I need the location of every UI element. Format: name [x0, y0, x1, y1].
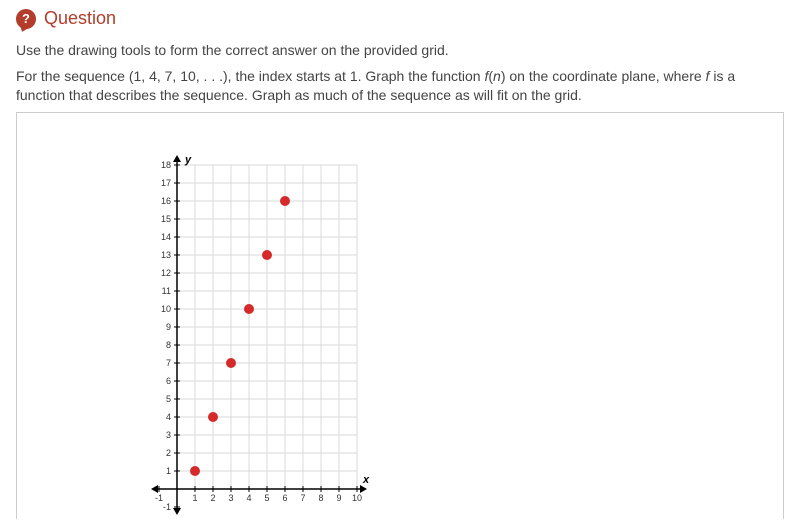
svg-text:3: 3: [228, 493, 233, 503]
svg-text:12: 12: [161, 268, 171, 278]
question-header: ? Question: [16, 8, 784, 29]
svg-text:11: 11: [162, 286, 171, 296]
svg-text:4: 4: [166, 412, 171, 422]
icon-glyph: ?: [22, 11, 30, 26]
plotted-point[interactable]: [280, 196, 290, 206]
svg-text:10: 10: [161, 304, 171, 314]
svg-text:18: 18: [161, 160, 171, 170]
svg-text:10: 10: [352, 493, 362, 503]
plotted-point[interactable]: [226, 358, 236, 368]
svg-text:6: 6: [282, 493, 287, 503]
instruction-line-1: Use the drawing tools to form the correc…: [16, 41, 784, 61]
svg-text:9: 9: [166, 322, 171, 332]
svg-text:17: 17: [161, 178, 171, 188]
svg-text:3: 3: [166, 430, 171, 440]
svg-text:2: 2: [210, 493, 215, 503]
svg-text:14: 14: [161, 232, 171, 242]
svg-text:1: 1: [192, 493, 197, 503]
coordinate-grid[interactable]: -112345678910-11234567891011121314151617…: [17, 119, 377, 519]
svg-text:4: 4: [246, 493, 251, 503]
svg-text:6: 6: [166, 376, 171, 386]
svg-text:9: 9: [336, 493, 341, 503]
plotted-point[interactable]: [208, 412, 218, 422]
svg-text:y: y: [184, 154, 192, 166]
svg-text:8: 8: [166, 340, 171, 350]
svg-text:-1: -1: [155, 493, 163, 503]
text-part: ) on the coordinate plane, where: [501, 68, 706, 84]
drawing-grid-container[interactable]: -112345678910-11234567891011121314151617…: [16, 112, 784, 519]
plotted-point[interactable]: [262, 250, 272, 260]
svg-text:13: 13: [161, 250, 171, 260]
svg-text:16: 16: [161, 196, 171, 206]
svg-text:8: 8: [318, 493, 323, 503]
svg-text:7: 7: [300, 493, 305, 503]
instruction-line-2: For the sequence (1, 4, 7, 10, . . .), t…: [16, 67, 784, 106]
plotted-point[interactable]: [190, 466, 200, 476]
svg-text:-1: -1: [163, 502, 171, 512]
question-mark-icon: ?: [16, 9, 36, 29]
svg-text:5: 5: [166, 394, 171, 404]
svg-text:1: 1: [166, 466, 171, 476]
plotted-point[interactable]: [244, 304, 254, 314]
svg-text:15: 15: [161, 214, 171, 224]
instructions: Use the drawing tools to form the correc…: [16, 41, 784, 106]
svg-text:7: 7: [166, 358, 171, 368]
var-n: n: [493, 68, 501, 84]
text-part: For the sequence (1, 4, 7, 10, . . .), t…: [16, 68, 484, 84]
svg-text:5: 5: [264, 493, 269, 503]
question-title: Question: [44, 8, 116, 29]
svg-text:x: x: [362, 474, 370, 486]
svg-text:2: 2: [166, 448, 171, 458]
